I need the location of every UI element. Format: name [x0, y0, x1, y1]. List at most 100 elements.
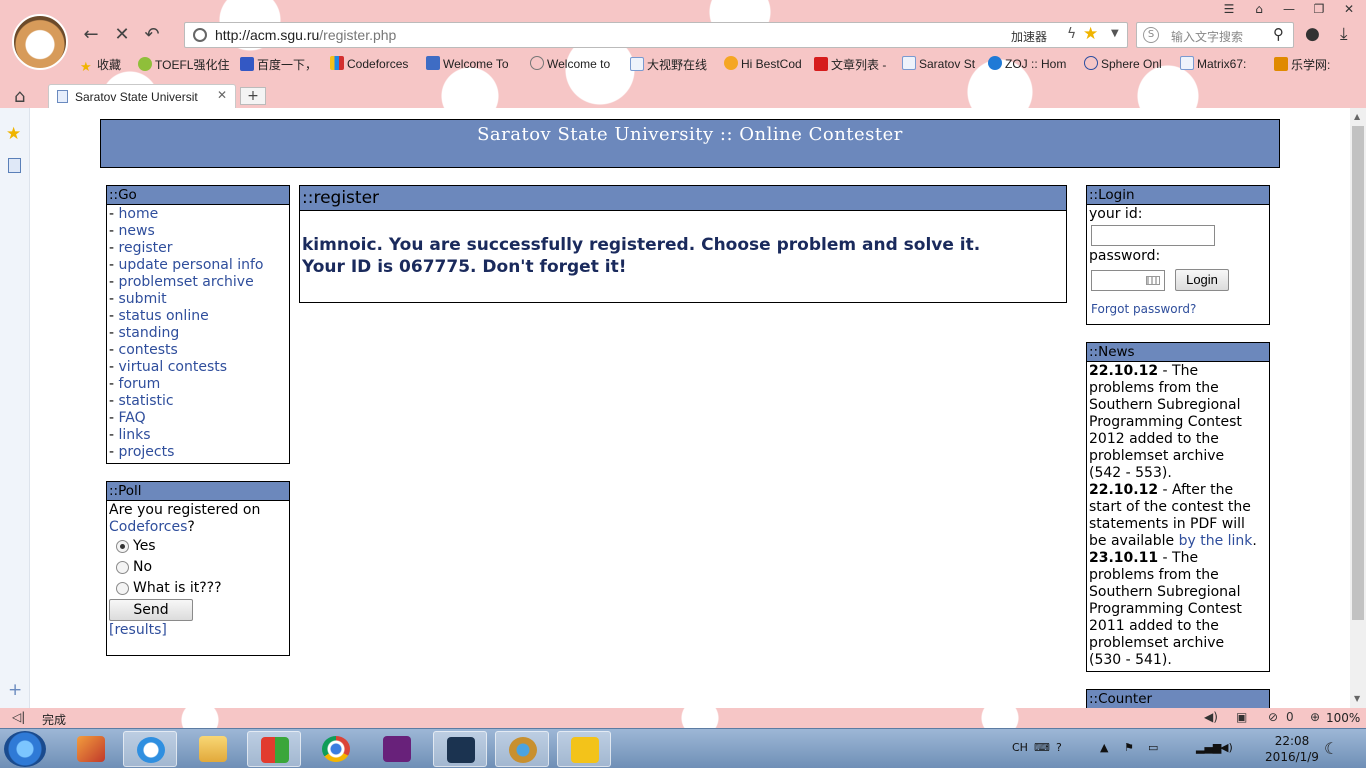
skin-icon[interactable]: ⌂ [1248, 2, 1270, 16]
bookmark-item[interactable]: 乐学网: [1274, 56, 1330, 73]
user-avatar[interactable] [12, 14, 68, 70]
reading-icon[interactable] [8, 158, 21, 173]
poll-results-link[interactable]: [results] [109, 622, 287, 639]
login-button[interactable]: Login [1175, 269, 1229, 291]
site-info-icon[interactable] [193, 28, 207, 42]
clock[interactable]: 22:08 2016/1/9 [1262, 733, 1322, 765]
sidebar-toggle-icon[interactable]: ◁| [12, 710, 25, 724]
taskbar-visual-studio[interactable] [370, 731, 424, 767]
scroll-up-icon[interactable]: ▲ [1354, 112, 1360, 121]
restore-icon[interactable]: ❐ [1308, 2, 1330, 16]
login-password-input[interactable] [1091, 270, 1165, 291]
go-link-home[interactable]: home [119, 206, 159, 222]
zoom-icon[interactable]: ⊕ [1310, 710, 1320, 724]
adblock-icon[interactable]: ⊘ [1268, 710, 1278, 724]
go-link-problemset[interactable]: problemset archive [119, 274, 254, 290]
radio-yes[interactable] [116, 540, 129, 553]
go-link-faq[interactable]: FAQ [119, 410, 146, 426]
taskbar-sublime[interactable] [557, 731, 611, 767]
start-button[interactable] [4, 731, 46, 767]
radio-no[interactable] [116, 561, 129, 574]
bolt-icon[interactable]: ϟ [1067, 26, 1076, 42]
zoom-level[interactable]: 100% [1326, 711, 1360, 725]
go-link-status[interactable]: status online [119, 308, 209, 324]
bookmark-item[interactable]: TOEFL强化住 [138, 56, 229, 73]
bookmark-item[interactable]: Saratov St [902, 56, 975, 71]
bookmark-item[interactable]: Codeforces [330, 56, 408, 71]
keyboard-tray-icon[interactable]: ⌨ [1034, 741, 1050, 754]
back-icon[interactable]: ← [80, 24, 102, 46]
favorite-star-icon[interactable]: ★ [1083, 24, 1098, 44]
volume-icon[interactable]: ◀) [1204, 710, 1218, 724]
go-link-register[interactable]: register [119, 240, 173, 256]
menu-icon[interactable]: ☰ [1218, 2, 1240, 16]
radio-what[interactable] [116, 582, 129, 595]
print-icon[interactable]: ▣ [1236, 710, 1247, 724]
forgot-password-link[interactable]: Forgot password? [1091, 302, 1196, 316]
poll-codeforces-link[interactable]: Codeforces [109, 519, 187, 535]
search-engine-icon[interactable]: S [1143, 27, 1159, 43]
volume-tray-icon[interactable]: ◀) [1220, 741, 1233, 754]
download-icon[interactable]: ⤓ [1340, 24, 1348, 44]
url-text[interactable]: http://acm.sgu.ru/register.php [215, 27, 396, 43]
search-icon[interactable]: ⚲ [1273, 25, 1284, 43]
show-hidden-icon[interactable]: ▲ [1100, 741, 1108, 754]
scroll-thumb[interactable] [1352, 126, 1364, 620]
bookmark-item[interactable]: Matrix67: [1180, 56, 1246, 71]
bookmark-item[interactable]: Hi BestCod [724, 56, 802, 71]
go-link-forum[interactable]: forum [119, 376, 161, 392]
more-icon[interactable]: ● [1305, 24, 1320, 44]
keyboard-icon[interactable] [1146, 276, 1160, 285]
close-tab-icon[interactable]: ✕ [217, 88, 227, 102]
add-icon[interactable]: + [8, 680, 22, 700]
new-tab-button[interactable]: + [240, 87, 266, 105]
go-link-virtual[interactable]: virtual contests [119, 359, 228, 375]
poll-option-no[interactable]: No [109, 557, 287, 578]
taskbar-hearthstone[interactable] [495, 731, 549, 767]
go-link-projects[interactable]: projects [119, 444, 175, 460]
poll-option-yes[interactable]: Yes [109, 536, 287, 557]
bookmark-item[interactable]: ★ 收藏 [80, 56, 121, 74]
news-pdf-link[interactable]: by the link [1179, 533, 1253, 549]
network-icon[interactable]: ▂▄▆ [1196, 741, 1221, 754]
taskbar-chrome[interactable] [309, 731, 363, 767]
taskbar-battlenet[interactable] [433, 731, 487, 767]
poll-option-what[interactable]: What is it??? [109, 578, 287, 599]
poll-send-button[interactable]: Send [109, 599, 193, 621]
search-box[interactable]: S 输入文字搜索 ⚲ [1136, 22, 1294, 48]
address-bar[interactable]: http://acm.sgu.ru/register.php 加速器 ϟ ★ ▼ [184, 22, 1128, 48]
go-link-contests[interactable]: contests [119, 342, 178, 358]
monitor-icon[interactable]: ▭ [1148, 741, 1158, 754]
undo-icon[interactable]: ↶ [141, 24, 163, 46]
chevron-down-icon[interactable]: ▼ [1111, 28, 1119, 39]
accelerator-label[interactable]: 加速器 [1011, 28, 1047, 45]
bookmark-item[interactable]: 大视野在线 [630, 56, 707, 73]
taskbar-app[interactable] [247, 731, 301, 767]
scroll-down-icon[interactable]: ▼ [1354, 694, 1360, 703]
bookmark-item[interactable]: 文章列表 - [814, 56, 886, 73]
go-link-statistic[interactable]: statistic [119, 393, 174, 409]
home-icon[interactable]: ⌂ [14, 86, 25, 107]
login-id-input[interactable] [1091, 225, 1215, 246]
taskbar-browser[interactable] [123, 731, 177, 767]
bookmark-item[interactable]: Sphere Onl [1084, 56, 1162, 71]
bookmark-item[interactable]: ZOJ :: Hom [988, 56, 1066, 71]
help-icon[interactable]: ? [1056, 741, 1062, 754]
favorites-star-icon[interactable]: ★ [6, 124, 21, 144]
bookmark-item[interactable]: Welcome To [426, 56, 509, 71]
notification-icon[interactable]: ☾ [1324, 739, 1338, 758]
ime-indicator[interactable]: CH [1012, 741, 1028, 754]
go-link-standing[interactable]: standing [119, 325, 180, 341]
vertical-scrollbar[interactable]: ▲ ▼ [1350, 108, 1366, 708]
taskbar-matlab[interactable] [64, 731, 118, 767]
close-window-icon[interactable]: ✕ [1338, 2, 1360, 16]
go-link-news[interactable]: news [119, 223, 155, 239]
tab-saratov[interactable]: Saratov State Universit ✕ [48, 84, 236, 108]
bookmark-item[interactable]: Welcome to [530, 56, 610, 71]
go-link-submit[interactable]: submit [119, 291, 167, 307]
go-link-links[interactable]: links [119, 427, 151, 443]
minimize-icon[interactable]: — [1278, 2, 1300, 16]
stop-icon[interactable]: ✕ [111, 24, 133, 46]
taskbar-explorer[interactable] [186, 731, 240, 767]
bookmark-item[interactable]: 百度一下， [240, 56, 317, 73]
